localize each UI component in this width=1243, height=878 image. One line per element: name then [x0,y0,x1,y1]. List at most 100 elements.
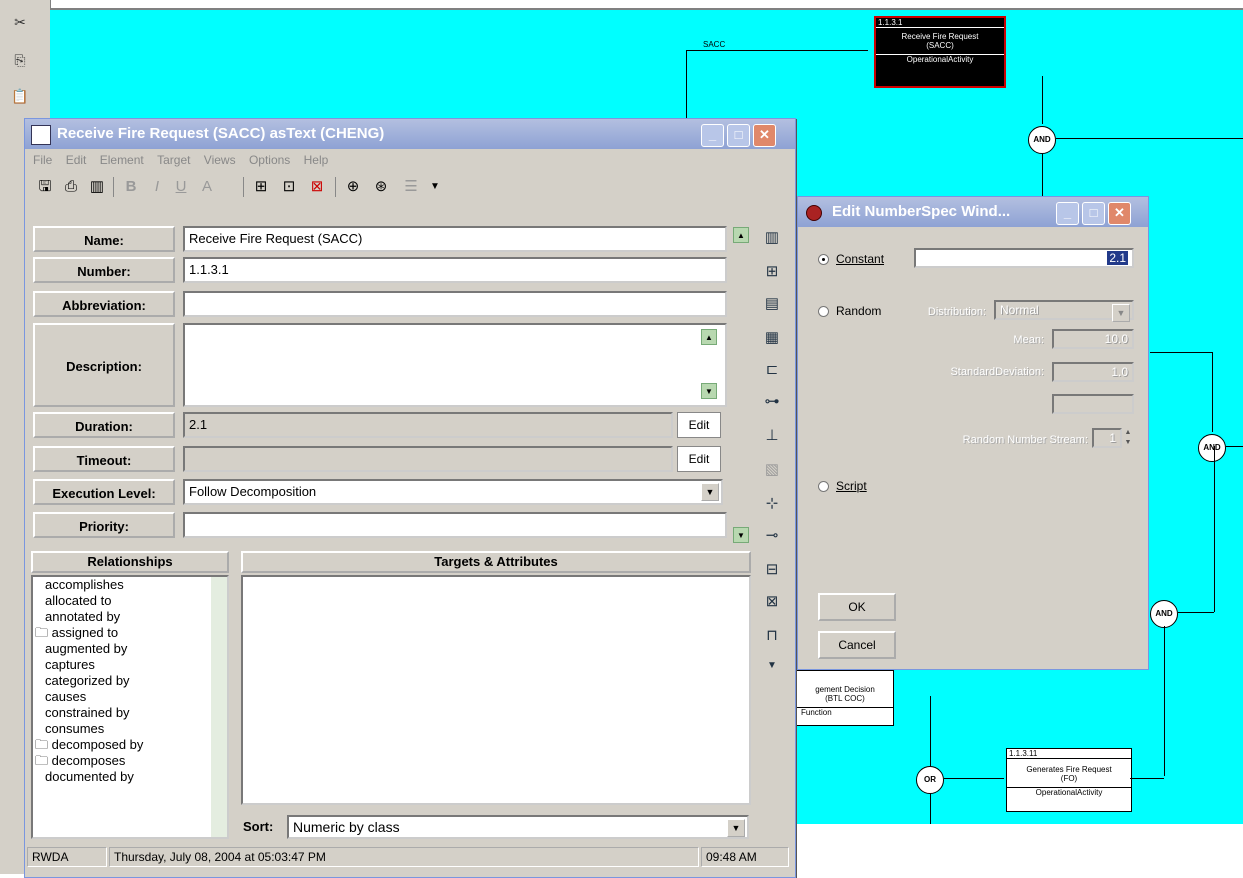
blank-field[interactable] [1052,394,1134,414]
menu-help[interactable]: Help [304,153,329,167]
cut-icon[interactable]: ✂ [10,12,30,32]
edit-numberspec-dialog[interactable]: Edit NumberSpec Wind... _ □ ✕ Constant 2… [797,196,1149,670]
maximize-button[interactable]: □ [727,124,750,147]
random-stream-field[interactable]: 1 [1092,428,1122,448]
view-text-icon[interactable]: ▤ [761,293,783,315]
duration-field[interactable]: 2.1 [183,412,673,438]
font-color-icon[interactable]: A [197,177,217,197]
targets-attributes-panel[interactable] [241,575,751,805]
scroll-up-button[interactable]: ▲ [733,227,749,243]
new-target-icon[interactable]: ⊡ [279,177,299,197]
relationship-item[interactable]: 🗀 assigned to [33,625,227,641]
view-disabled-icon[interactable]: ▧ [761,459,783,481]
view-table-icon[interactable]: ▦ [761,327,783,349]
relationship-item[interactable]: annotated by [33,609,227,625]
connector-and-2[interactable]: AND [1198,434,1226,462]
relationship-item[interactable]: accomplishes [33,577,227,593]
ok-button[interactable]: OK [818,593,896,621]
paste-icon[interactable]: 📋 [10,86,30,106]
name-field[interactable]: Receive Fire Request (SACC) [183,226,727,252]
menu-element[interactable]: Element [100,153,144,167]
relationship-item[interactable]: 🗀 decomposed by [33,737,227,753]
scroll-down-button[interactable]: ▼ [701,383,717,399]
element-text-window[interactable]: Receive Fire Request (SACC) asText (CHEN… [24,118,796,878]
relationships-list[interactable]: accomplishes allocated to annotated by 🗀 as… [31,575,229,839]
edit-attribute-icon[interactable]: ⊛ [371,177,391,197]
menu-views[interactable]: Views [204,153,236,167]
flow-icon[interactable]: ⊹ [761,493,783,515]
view-grid-icon[interactable]: ⊞ [761,261,783,283]
abbreviation-field[interactable] [183,291,727,317]
view-icon[interactable]: ▥ [761,227,783,249]
relationship-item[interactable]: captures [33,657,227,673]
priority-field[interactable] [183,512,727,538]
chevron-down-icon[interactable]: ▼ [701,483,719,501]
add-target-icon[interactable]: ⊞ [251,177,271,197]
save-icon[interactable]: 🖫 [35,177,55,197]
relationship-item[interactable]: consumes [33,721,227,737]
delete-target-icon[interactable]: ⊠ [307,177,327,197]
random-radio[interactable] [818,306,829,317]
connector-and-3[interactable]: AND [1150,600,1178,628]
close-button[interactable]: ✕ [1108,202,1131,225]
flow-alt-icon[interactable]: ⊸ [761,525,783,547]
close-button[interactable]: ✕ [753,124,776,147]
stddev-field[interactable]: 1.0 [1052,362,1134,382]
view-hierarchy-icon[interactable]: ⊶ [761,391,783,413]
timeout-edit-button[interactable]: Edit [677,446,721,472]
bold-icon[interactable]: B [121,177,141,197]
description-field[interactable] [183,323,727,407]
relationship-item[interactable]: 🗀 decomposes [33,753,227,769]
relationship-item[interactable]: allocated to [33,593,227,609]
minimize-button[interactable]: _ [1056,202,1079,225]
maximize-button[interactable]: □ [1082,202,1105,225]
constant-field[interactable]: 2.1 [914,248,1134,268]
diagram-down-icon[interactable]: ⊠ [761,591,783,613]
lock-icon[interactable]: ⊓ [761,625,783,647]
relationship-item[interactable]: documented by [33,769,227,785]
dialog-titlebar[interactable]: Edit NumberSpec Wind... _ □ ✕ [798,197,1148,227]
scroll-down-button[interactable]: ▼ [733,527,749,543]
underline-icon[interactable]: U [171,177,191,197]
number-field[interactable]: 1.1.3.1 [183,257,727,283]
node-generates-fire-request[interactable]: 1.1.3.11 Generates Fire Request (FO) Ope… [1006,748,1132,812]
chevron-down-icon[interactable]: ▼ [761,655,783,677]
relationship-item[interactable]: constrained by [33,705,227,721]
constant-radio[interactable] [818,254,829,265]
new-attribute-icon[interactable]: ⊕ [343,177,363,197]
chevron-down-icon[interactable]: ▼ [727,819,745,837]
node-management-decision[interactable]: gement Decision (BTL COC) Function [796,670,894,726]
scroll-up-button[interactable]: ▲ [701,329,717,345]
relationships-scrollbar[interactable] [211,577,227,837]
menu-edit[interactable]: Edit [66,153,87,167]
view-org-icon[interactable]: ⊥ [761,425,783,447]
cancel-button[interactable]: Cancel [818,631,896,659]
timeout-field[interactable] [183,446,673,472]
view-tree-icon[interactable]: ⊏ [761,359,783,381]
mean-field[interactable]: 10.0 [1052,329,1134,349]
menu-options[interactable]: Options [249,153,290,167]
list-icon[interactable]: ☰ [401,177,421,197]
connector-or[interactable]: OR [916,766,944,794]
menu-target[interactable]: Target [157,153,190,167]
diagram-icon[interactable]: ⊟ [761,559,783,581]
node-receive-fire-request[interactable]: 1.1.3.1 Receive Fire Request (SACC) Oper… [874,16,1006,88]
italic-icon[interactable]: I [147,177,167,197]
menu-file[interactable]: File [33,153,52,167]
distribution-select[interactable]: Normal ▼ [994,300,1134,322]
preview-icon[interactable]: ▥ [87,177,107,197]
connector-and[interactable]: AND [1028,126,1056,154]
stream-spinner[interactable]: ▲ ▼ [1122,428,1134,448]
print-icon[interactable]: ⎙ [61,177,81,197]
relationship-item[interactable]: causes [33,689,227,705]
copy-icon[interactable]: ⎘ [10,50,30,70]
window-titlebar[interactable]: Receive Fire Request (SACC) asText (CHEN… [25,119,795,149]
relationship-item[interactable]: categorized by [33,673,227,689]
relationship-item[interactable]: augmented by [33,641,227,657]
execution-level-select[interactable]: Follow Decomposition ▼ [183,479,723,505]
duration-edit-button[interactable]: Edit [677,412,721,438]
script-radio[interactable] [818,481,829,492]
sort-select[interactable]: Numeric by class ▼ [287,815,749,839]
minimize-button[interactable]: _ [701,124,724,147]
chevron-down-icon[interactable]: ▼ [425,177,445,197]
